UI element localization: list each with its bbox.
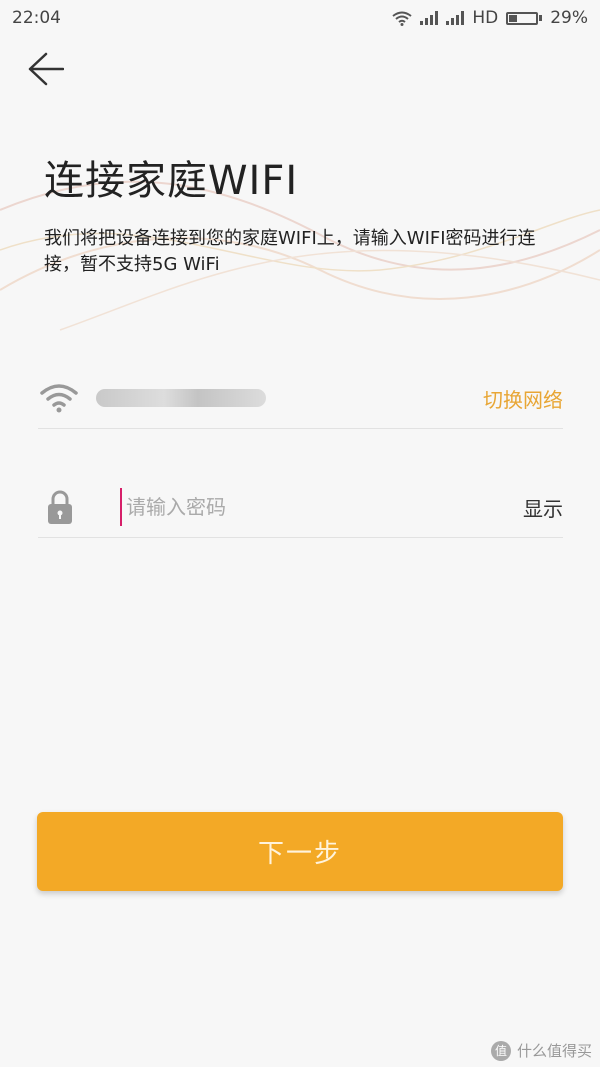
signal-bars-icon <box>420 11 439 25</box>
page-description: 我们将把设备连接到您的家庭WIFI上，请输入WIFI密码进行连接，暂不支持5G … <box>44 228 536 275</box>
watermark-text: 什么值得买 <box>516 1042 592 1060</box>
status-bar: 22:04 HD 29% <box>0 0 600 36</box>
arrow-left-icon <box>28 52 65 86</box>
show-password-button[interactable]: 显示 <box>523 493 563 522</box>
wifi-status-icon <box>392 11 412 26</box>
password-input[interactable] <box>120 488 458 526</box>
wifi-network-row: 切换网络 <box>38 368 563 429</box>
signal-bars-icon <box>446 11 465 25</box>
watermark-badge: 值 <box>490 1040 511 1061</box>
status-time: 22:04 <box>12 8 61 28</box>
next-step-button[interactable]: 下一步 <box>37 812 563 891</box>
network-name-redacted <box>96 389 266 407</box>
network-type: HD <box>472 8 499 28</box>
lock-icon <box>48 490 72 524</box>
switch-network-button[interactable]: 切换网络 <box>483 384 563 413</box>
page-title: 连接家庭WIFI <box>44 158 299 204</box>
battery-percent: 29% <box>550 8 588 28</box>
wifi-icon <box>40 384 78 413</box>
password-row: 显示 <box>38 477 563 538</box>
watermark: 值 什么值得买 <box>490 1040 592 1061</box>
battery-icon <box>506 11 543 25</box>
back-button[interactable] <box>24 48 72 92</box>
